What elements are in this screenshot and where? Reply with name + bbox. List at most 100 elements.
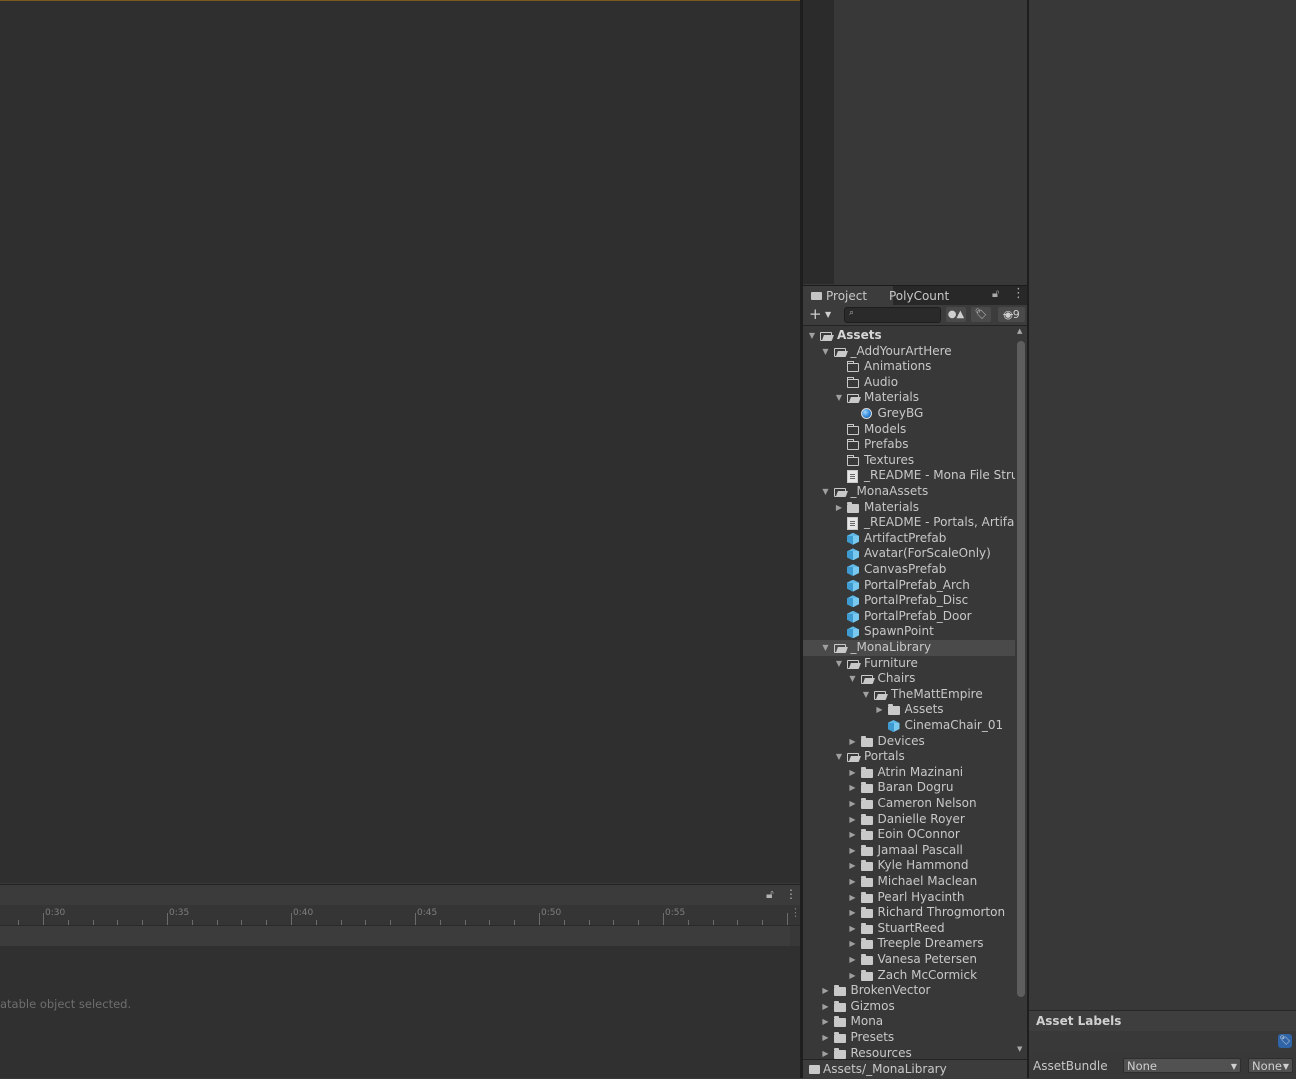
tree-item[interactable]: ▶ Presets xyxy=(803,1030,1015,1046)
tree-item[interactable]: ▶ Cameron Nelson xyxy=(803,796,1015,812)
tree-item[interactable]: ▼ Furniture xyxy=(803,656,1015,672)
tree-item[interactable]: PortalPrefab_Disc xyxy=(803,593,1015,609)
lock-icon[interactable]: 🔓︎ xyxy=(992,287,999,301)
expand-arrow-closed-icon[interactable]: ▶ xyxy=(875,702,885,718)
expand-arrow-open-icon[interactable]: ▼ xyxy=(821,640,831,656)
tree-item[interactable]: ▶ Zach McCormick xyxy=(803,968,1015,984)
kebab-menu-icon[interactable]: ⋮ xyxy=(785,887,797,901)
expand-arrow-closed-icon[interactable]: ▶ xyxy=(821,999,831,1015)
tab-polycount[interactable]: PolyCount xyxy=(881,286,957,306)
scroll-down-arrow-icon[interactable]: ▼ xyxy=(1017,1045,1022,1053)
search-input[interactable] xyxy=(861,308,937,321)
tree-item[interactable]: CanvasPrefab xyxy=(803,562,1015,578)
expand-arrow-open-icon[interactable]: ▼ xyxy=(861,687,871,703)
tree-item[interactable]: ▶ Baran Dogru xyxy=(803,780,1015,796)
expand-arrow-closed-icon[interactable]: ▶ xyxy=(848,812,858,828)
tree-item[interactable]: ▼ Portals xyxy=(803,749,1015,765)
expand-arrow-closed-icon[interactable]: ▶ xyxy=(848,905,858,921)
tree-item[interactable]: ▶ Treeple Dreamers xyxy=(803,936,1015,952)
tree-item[interactable]: ▼ _MonaAssets xyxy=(803,484,1015,500)
expand-arrow-open-icon[interactable]: ▼ xyxy=(834,749,844,765)
tree-item[interactable]: ▶ Vanesa Petersen xyxy=(803,952,1015,968)
tree-item[interactable]: ▶ Michael Maclean xyxy=(803,874,1015,890)
scroll-up-arrow-icon[interactable]: ▲ xyxy=(1017,327,1022,335)
search-field[interactable]: ⌕ xyxy=(844,307,941,323)
expand-arrow-closed-icon[interactable]: ▶ xyxy=(821,1014,831,1030)
tree-item[interactable]: PortalPrefab_Arch xyxy=(803,578,1015,594)
scene-view[interactable] xyxy=(0,1,800,883)
tree-item[interactable]: ▶ Materials xyxy=(803,500,1015,516)
expand-arrow-closed-icon[interactable]: ▶ xyxy=(848,952,858,968)
tree-item[interactable]: Models xyxy=(803,422,1015,438)
project-tree[interactable]: ▼ Assets ▼ _AddYourArtHere Animations Audio ▼ M… xyxy=(803,327,1015,1059)
tree-item[interactable]: ▶ Devices xyxy=(803,734,1015,750)
tree-item[interactable]: ▶ Gizmos xyxy=(803,999,1015,1015)
tag-icon[interactable]: 🏷︎ xyxy=(1278,1034,1292,1048)
tree-item[interactable]: GreyBG xyxy=(803,406,1015,422)
tree-item[interactable]: ▶ Richard Throgmorton xyxy=(803,905,1015,921)
tab-project[interactable]: Project xyxy=(803,286,893,306)
expand-arrow-closed-icon[interactable]: ▶ xyxy=(848,921,858,937)
expand-arrow-closed-icon[interactable]: ▶ xyxy=(848,796,858,812)
tree-item[interactable]: _README - Mona File Struc xyxy=(803,468,1015,484)
expand-arrow-closed-icon[interactable]: ▶ xyxy=(848,843,858,859)
asset-labels-header[interactable]: Asset Labels xyxy=(1029,1010,1296,1031)
tree-item[interactable]: ▶ Mona xyxy=(803,1014,1015,1030)
kebab-menu-icon[interactable]: ⋮ xyxy=(1012,286,1025,301)
expand-arrow-closed-icon[interactable]: ▶ xyxy=(848,780,858,796)
expand-arrow-closed-icon[interactable]: ▶ xyxy=(821,983,831,999)
tree-item[interactable]: ▶ Pearl Hyacinth xyxy=(803,890,1015,906)
tree-item[interactable]: ▶ Atrin Mazinani xyxy=(803,765,1015,781)
tree-item[interactable]: ▶ Danielle Royer xyxy=(803,812,1015,828)
tree-item[interactable]: ▶ Eoin OConnor xyxy=(803,827,1015,843)
tree-item[interactable]: ▶ BrokenVector xyxy=(803,983,1015,999)
expand-arrow-closed-icon[interactable]: ▶ xyxy=(848,968,858,984)
expand-arrow-open-icon[interactable]: ▼ xyxy=(821,484,831,500)
tree-item[interactable]: Prefabs xyxy=(803,437,1015,453)
expand-arrow-open-icon[interactable]: ▼ xyxy=(834,656,844,672)
expand-arrow-closed-icon[interactable]: ▶ xyxy=(821,1046,831,1059)
tree-item[interactable]: Textures xyxy=(803,453,1015,469)
asset-bundle-name-dropdown[interactable]: None ▼ xyxy=(1123,1058,1241,1073)
expand-arrow-open-icon[interactable]: ▼ xyxy=(834,390,844,406)
tree-item[interactable]: ▶ Kyle Hammond xyxy=(803,858,1015,874)
tree-item[interactable]: Audio xyxy=(803,375,1015,391)
tree-item[interactable]: ▼ Materials xyxy=(803,390,1015,406)
expand-arrow-closed-icon[interactable]: ▶ xyxy=(848,765,858,781)
current-path[interactable]: Assets/_MonaLibrary xyxy=(823,1060,947,1078)
expand-arrow-open-icon[interactable]: ▼ xyxy=(821,344,831,360)
tree-item[interactable]: Avatar(ForScaleOnly) xyxy=(803,546,1015,562)
create-button[interactable]: + xyxy=(809,305,822,323)
tree-item[interactable]: ▶ Assets xyxy=(803,702,1015,718)
tree-item[interactable]: SpawnPoint xyxy=(803,624,1015,640)
expand-arrow-closed-icon[interactable]: ▶ xyxy=(848,874,858,890)
tree-item[interactable]: ▼ _AddYourArtHere xyxy=(803,344,1015,360)
tree-item[interactable]: PortalPrefab_Door xyxy=(803,609,1015,625)
timeline-ruler[interactable]: 0:30 0:35 0:40 0:45 0:50 0:55 ⋮ xyxy=(0,905,801,926)
hidden-packages-button[interactable]: ◉9 xyxy=(998,307,1025,322)
chevron-down-icon[interactable]: ▼ xyxy=(825,306,831,324)
expand-arrow-closed-icon[interactable]: ▶ xyxy=(848,890,858,906)
tree-item[interactable]: _README - Portals, Artifact xyxy=(803,515,1015,531)
tree-item[interactable]: ▶ Jamaal Pascall xyxy=(803,843,1015,859)
scrollbar-thumb[interactable] xyxy=(1017,341,1025,997)
expand-arrow-closed-icon[interactable]: ▶ xyxy=(834,500,844,516)
tree-item[interactable]: ▼ Assets xyxy=(803,328,1015,344)
asset-bundle-variant-dropdown[interactable]: None ▼ xyxy=(1248,1058,1293,1073)
expand-arrow-closed-icon[interactable]: ▶ xyxy=(848,858,858,874)
expand-arrow-closed-icon[interactable]: ▶ xyxy=(821,1030,831,1046)
expand-arrow-closed-icon[interactable]: ▶ xyxy=(848,936,858,952)
tree-item[interactable]: ▶ StuartReed xyxy=(803,921,1015,937)
tree-item[interactable]: ▼ Chairs xyxy=(803,671,1015,687)
tree-item[interactable]: ▼ TheMattEmpire xyxy=(803,687,1015,703)
search-by-label-button[interactable]: 🏷︎ xyxy=(971,307,991,322)
tree-item[interactable]: CinemaChair_01 xyxy=(803,718,1015,734)
tree-item[interactable]: ▶ Resources xyxy=(803,1046,1015,1059)
expand-arrow-closed-icon[interactable]: ▶ xyxy=(848,827,858,843)
expand-arrow-open-icon[interactable]: ▼ xyxy=(807,328,817,344)
project-tree-scrollbar[interactable]: ▲ ▼ xyxy=(1015,327,1027,1059)
tree-item[interactable]: ▼ _MonaLibrary xyxy=(803,640,1015,656)
tree-item[interactable]: ArtifactPrefab xyxy=(803,531,1015,547)
search-by-type-button[interactable]: ●▲ xyxy=(946,307,966,322)
lock-icon[interactable]: 🔓︎ xyxy=(766,887,774,902)
